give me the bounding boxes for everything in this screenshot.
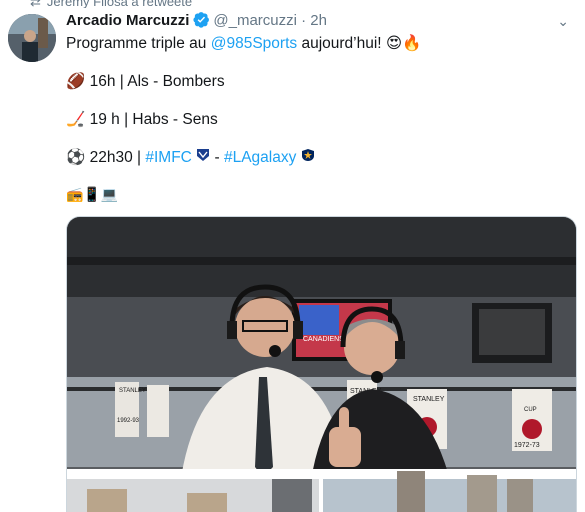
- intro-text: Programme triple au: [66, 35, 211, 52]
- verified-icon: [193, 11, 210, 34]
- broadcast-booth-photo: STANLEY 1992-93 STANLEY STANLEY CUP 1972…: [67, 217, 576, 512]
- retweet-text: Jeremy Filosa a retweeté: [46, 0, 193, 8]
- game1-text: 16h | Als - Bombers: [85, 73, 225, 90]
- imfc-logo-icon: [196, 149, 210, 166]
- banner-year-right: 1972-73: [514, 442, 540, 449]
- author-name[interactable]: Arcadio Marcuzzi: [66, 12, 189, 29]
- hashtag-imfc[interactable]: #IMFC: [145, 149, 192, 166]
- hockey-icon: 🏒: [66, 110, 86, 128]
- chevron-down-icon[interactable]: ⌄: [557, 13, 569, 30]
- author-handle[interactable]: @_marcuzzi: [213, 12, 297, 29]
- game1-line: 🏈 16h | Als - Bombers: [66, 71, 421, 91]
- separator: ·: [301, 12, 307, 29]
- lagalaxy-logo-icon: [301, 149, 315, 166]
- retweet-context[interactable]: ⇄ Jeremy Filosa a retweeté: [30, 0, 192, 8]
- radio-phone-laptop-emoji: 📻📱💻: [66, 187, 119, 203]
- banner-left-1: STANLEY: [119, 388, 146, 394]
- game2-text: 19 h | Habs - Sens: [85, 111, 218, 128]
- tweet-header: Arcadio Marcuzzi @_marcuzzi · 2h: [66, 11, 327, 34]
- game3-time: 22h30 |: [85, 149, 146, 166]
- game2-line: 🏒 19 h | Habs - Sens: [66, 109, 421, 129]
- banner-right-2: STANLEY: [413, 396, 445, 403]
- game3-sep: -: [210, 149, 224, 166]
- tweet-photo[interactable]: STANLEY 1992-93 STANLEY STANLEY CUP 1972…: [66, 216, 577, 512]
- heart-eyes-fire-emoji: 😍🔥: [385, 34, 422, 52]
- soccer-ball-icon: ⚽: [66, 148, 86, 166]
- devices-line: 📻📱💻: [66, 185, 421, 205]
- game3-line: ⚽ 22h30 | #IMFC - #LAgalaxy: [66, 147, 421, 167]
- avatar[interactable]: [8, 14, 56, 62]
- tweet-text: Programme triple au @985Sports aujourd’h…: [66, 33, 421, 205]
- banner-right-3: CUP: [524, 407, 537, 413]
- timestamp[interactable]: 2h: [310, 12, 327, 29]
- mention-link[interactable]: @985Sports: [211, 35, 297, 52]
- hashtag-lagalaxy[interactable]: #LAgalaxy: [224, 149, 296, 166]
- retweet-icon: ⇄: [30, 0, 41, 8]
- football-icon: 🏈: [66, 72, 86, 90]
- tv-overlay-text: CANADIENS: [303, 336, 344, 343]
- avatar-image: [8, 14, 56, 62]
- intro-after: aujourd’hui!: [297, 35, 382, 52]
- intro-line: Programme triple au @985Sports aujourd’h…: [66, 33, 421, 53]
- banner-year-left: 1992-93: [117, 418, 140, 424]
